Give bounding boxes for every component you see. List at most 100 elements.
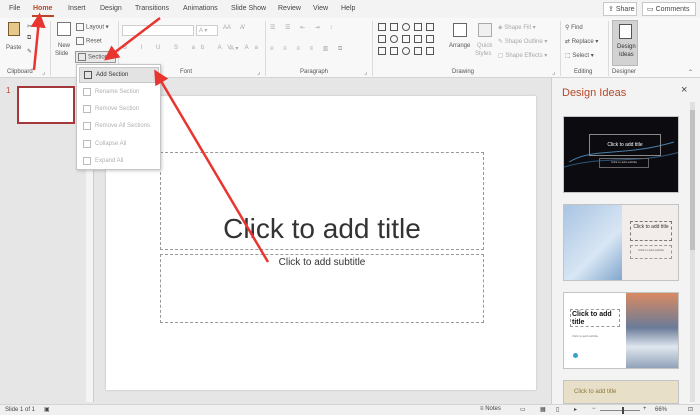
new-slide-label-2[interactable]: Slide xyxy=(55,51,68,57)
shape-outline-button[interactable]: ✎ Shape Outline ▾ xyxy=(498,38,547,45)
reset-button[interactable]: Reset xyxy=(76,37,102,45)
design-idea-card-3[interactable]: Click to add title Click to add subtitle xyxy=(563,292,679,369)
tab-insert[interactable]: Insert xyxy=(68,5,86,12)
active-tab-underline xyxy=(32,15,54,17)
shape-fill-button[interactable]: ◈ Shape Fill ▾ xyxy=(498,24,536,31)
design-idea-card-4[interactable]: Click to add title xyxy=(563,380,679,404)
design-idea-card-1[interactable]: Click to add title Click to add subtitle xyxy=(563,116,679,193)
design-ideas-icon xyxy=(619,24,632,39)
tab-home[interactable]: Home xyxy=(33,5,52,12)
font-size-adjust-icons[interactable]: AA xyxy=(223,25,231,31)
tab-transitions[interactable]: Transitions xyxy=(135,5,169,12)
select-icon: ⬚ xyxy=(565,53,571,59)
design-idea-2-image xyxy=(564,205,622,280)
zoom-slider[interactable] xyxy=(600,410,640,411)
slide-thumbnail[interactable] xyxy=(17,86,75,124)
arrange-icon[interactable] xyxy=(453,23,467,37)
font-color-icon[interactable]: A ▾ xyxy=(230,45,238,52)
tab-design[interactable]: Design xyxy=(100,5,122,12)
slide-thumbnail-panel: 1 xyxy=(0,78,82,404)
layout-button[interactable]: Layout ▾ xyxy=(76,23,109,31)
design-ideas-button[interactable]: Design Ideas xyxy=(612,20,638,66)
paste-label: Paste xyxy=(6,45,22,51)
find-button[interactable]: ⚲ Find xyxy=(565,24,583,31)
new-slide-icon[interactable] xyxy=(57,22,71,36)
zoom-out-icon[interactable]: − xyxy=(592,406,596,412)
quick-styles-icon[interactable] xyxy=(478,23,492,37)
menu-item-add-section[interactable]: Add Section xyxy=(79,67,159,83)
menu-item-remove-all-sections[interactable]: Remove All Sections xyxy=(79,118,159,134)
fit-slide-icon[interactable]: ⊡ xyxy=(688,406,693,413)
design-pane-scroll-thumb[interactable] xyxy=(690,110,695,250)
clipboard-icon xyxy=(8,22,20,36)
slide-number: 1 xyxy=(6,86,11,95)
menu-item-collapse-all[interactable]: Collapse All xyxy=(79,136,159,152)
shape-effects-button[interactable]: ▢ Shape Effects ▾ xyxy=(498,52,547,59)
slide-canvas[interactable]: Click to add title Click to add subtitle xyxy=(106,96,536,390)
slideshow-icon[interactable]: ▸ xyxy=(574,406,577,413)
menu-item-rename-section[interactable]: Rename Section xyxy=(79,84,159,100)
cut-icon[interactable]: ✂ xyxy=(27,23,32,30)
remove-section-icon xyxy=(83,105,91,113)
notes-button[interactable]: ≡ Notes xyxy=(480,406,501,412)
design-idea-3-image xyxy=(626,293,678,368)
paste-button[interactable] xyxy=(5,22,23,44)
format-painter-icon[interactable]: ✎ xyxy=(27,48,32,55)
alignment-icons[interactable]: ≡ ≡ ≡ ≡ ▥ ⧉ xyxy=(270,45,346,53)
section-button[interactable]: Section ▾ xyxy=(75,51,116,63)
tab-view[interactable]: View xyxy=(313,5,328,12)
collapse-ribbon-icon[interactable]: ⌃ xyxy=(688,69,693,76)
clipboard-launcher-icon[interactable]: ⌟ xyxy=(42,69,45,76)
reset-icon xyxy=(76,37,84,45)
group-label-clipboard: Clipboard xyxy=(7,69,33,75)
rename-section-icon xyxy=(83,88,91,96)
layout-icon xyxy=(76,23,84,31)
design-idea-card-2[interactable]: Click to add title Click to add subtitle xyxy=(563,204,679,281)
normal-view-icon[interactable]: ▭ xyxy=(520,406,526,413)
tab-slide-show[interactable]: Slide Show xyxy=(231,5,266,12)
font-name-combo[interactable] xyxy=(122,25,194,36)
title-placeholder-text: Click to add title xyxy=(223,213,421,244)
paragraph-launcher-icon[interactable]: ⌟ xyxy=(364,69,367,76)
quick-styles-label-2[interactable]: Styles xyxy=(475,51,491,57)
copy-icon[interactable]: ⧉ xyxy=(27,35,31,42)
zoom-slider-thumb[interactable] xyxy=(622,407,624,414)
menu-item-expand-all[interactable]: Expand All xyxy=(79,153,159,169)
zoom-level[interactable]: 66% xyxy=(655,407,667,413)
font-style-icons[interactable]: B I U S ab AV Aa xyxy=(123,45,264,51)
spellcheck-icon[interactable]: ▣ xyxy=(44,406,50,413)
group-label-editing: Editing xyxy=(574,69,593,75)
group-label-designer: Designer xyxy=(612,69,637,75)
replace-button[interactable]: ⇄ Replace ▾ xyxy=(565,38,598,45)
design-ideas-title: Design Ideas xyxy=(562,87,627,99)
quick-styles-label[interactable]: Quick xyxy=(477,43,492,49)
tab-review[interactable]: Review xyxy=(278,5,301,12)
share-button[interactable]: ⇪ Share xyxy=(603,2,637,16)
remove-all-sections-icon xyxy=(83,122,91,130)
design-ideas-pane: Design Ideas × Click to add title Click … xyxy=(551,78,700,404)
tab-file[interactable]: File xyxy=(9,5,20,12)
new-slide-label[interactable]: New xyxy=(58,43,70,49)
drawing-launcher-icon[interactable]: ⌟ xyxy=(552,69,555,76)
font-size-combo[interactable]: A ▾ xyxy=(196,25,218,36)
zoom-in-icon[interactable]: + xyxy=(643,406,647,412)
clear-format-icon[interactable]: A̸ xyxy=(240,25,244,31)
subtitle-placeholder[interactable]: Click to add subtitle xyxy=(160,254,484,323)
menu-item-remove-section[interactable]: Remove Section xyxy=(79,101,159,117)
close-icon[interactable]: × xyxy=(681,84,687,96)
arrange-label[interactable]: Arrange xyxy=(449,43,470,49)
tab-help[interactable]: Help xyxy=(341,5,355,12)
comments-button[interactable]: ▭ Comments xyxy=(642,2,696,16)
pen-icon: ✎ xyxy=(498,39,504,45)
search-icon: ⚲ xyxy=(565,25,570,31)
font-launcher-icon[interactable]: ⌟ xyxy=(257,69,260,76)
share-icon: ⇪ xyxy=(608,6,614,13)
comment-icon: ▭ xyxy=(647,6,654,13)
subtitle-placeholder-text: Click to add subtitle xyxy=(278,257,366,268)
tab-animations[interactable]: Animations xyxy=(183,5,218,12)
title-placeholder[interactable]: Click to add title xyxy=(160,152,484,250)
slide-sorter-icon[interactable]: ▦ xyxy=(540,406,546,413)
reading-view-icon[interactable]: ▯ xyxy=(556,406,559,413)
list-icons[interactable]: ☰ ☰ ⇤ ⇥ ↕ xyxy=(270,24,336,31)
select-button[interactable]: ⬚ Select ▾ xyxy=(565,52,594,59)
